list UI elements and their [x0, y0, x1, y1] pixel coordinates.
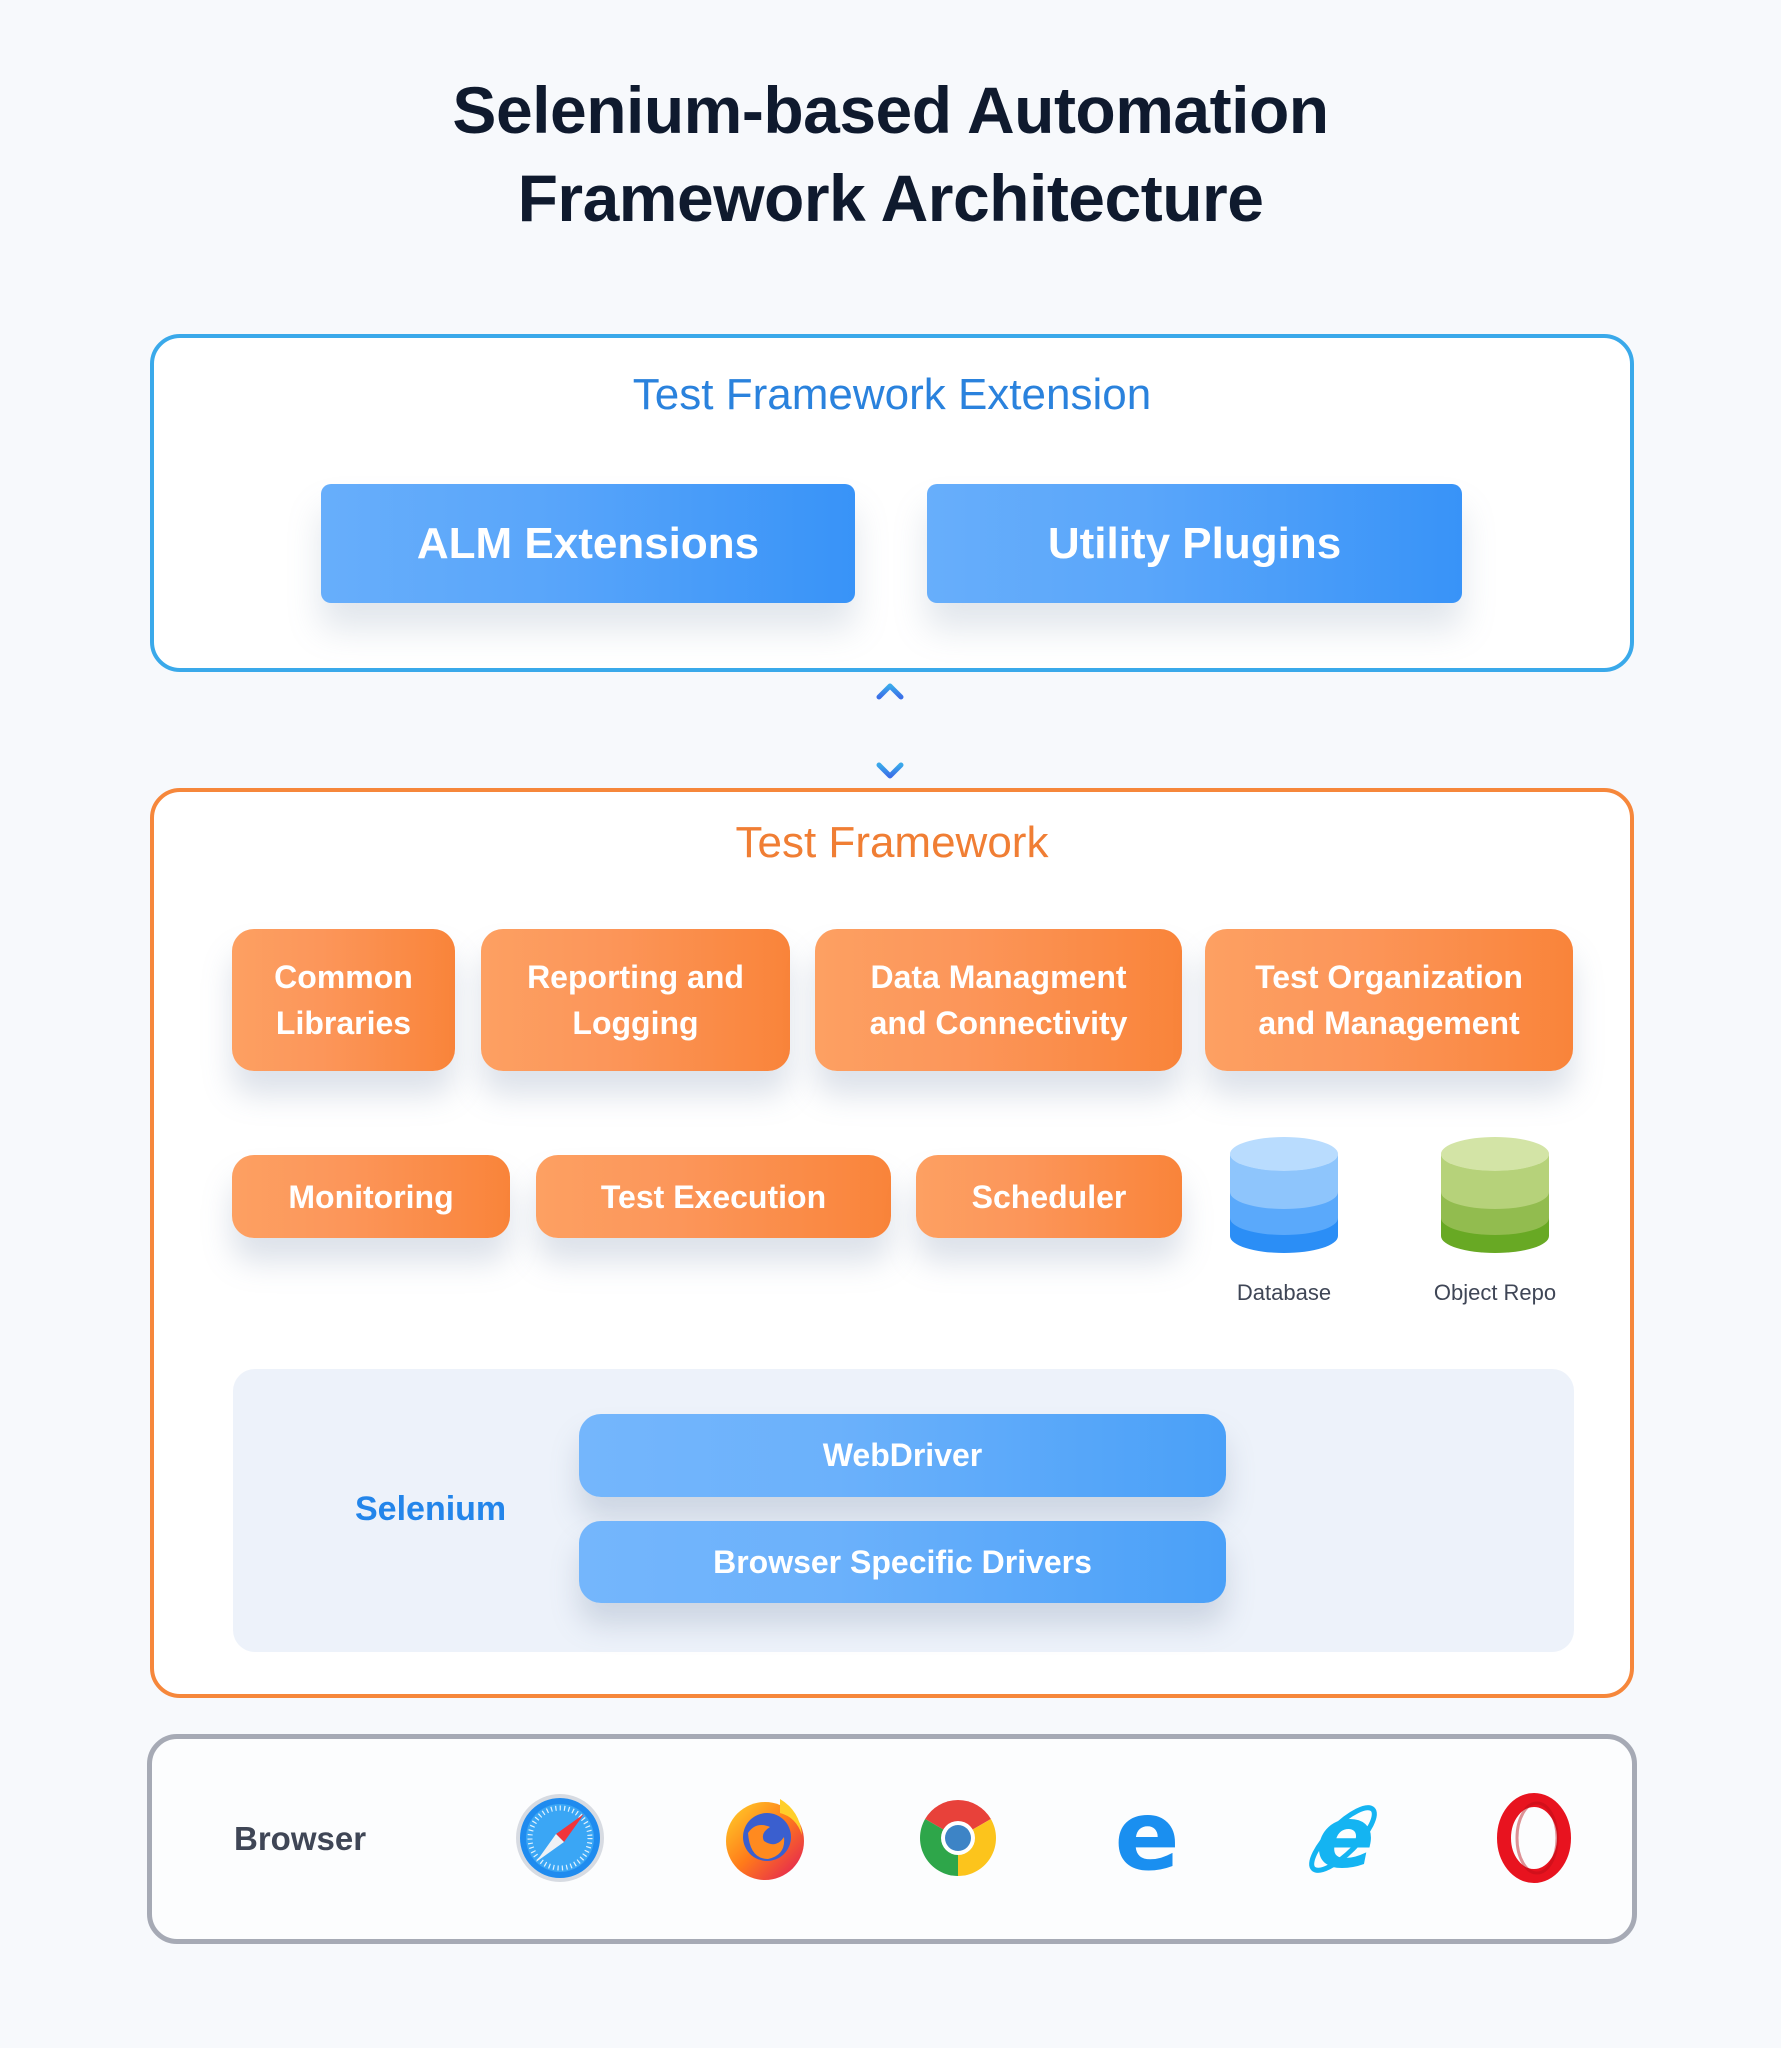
double-arrow-vertical-icon	[874, 680, 906, 782]
database-label: Database	[1236, 1280, 1332, 1305]
svg-text:e: e	[1114, 1793, 1179, 1883]
framework-layer-title: Test Framework	[735, 818, 1049, 867]
data-management-box: Data Managment and Connectivity	[815, 929, 1182, 1071]
internet-explorer-icon: e	[1298, 1793, 1388, 1883]
box-line: Reporting and	[527, 959, 744, 995]
opera-icon	[1489, 1793, 1579, 1883]
selenium-label: Selenium	[355, 1490, 507, 1528]
box-line: and Management	[1258, 1005, 1520, 1041]
box-line: Common	[274, 959, 413, 995]
object-repo-label: Object Repo	[1433, 1280, 1557, 1305]
title-line-2: Framework Architecture	[517, 161, 1264, 235]
box-line: Data Managment	[870, 959, 1127, 995]
utility-plugins-box: Utility Plugins	[927, 484, 1462, 603]
test-execution-box: Test Execution	[536, 1155, 891, 1238]
browser-specific-drivers-box: Browser Specific Drivers	[579, 1521, 1226, 1603]
monitoring-box: Monitoring	[232, 1155, 510, 1238]
extension-layer-title: Test Framework Extension	[632, 370, 1152, 419]
database-icon	[1229, 1134, 1339, 1258]
page-title: Selenium-based Automation Framework Arch…	[0, 66, 1781, 242]
title-line-1: Selenium-based Automation	[452, 73, 1329, 147]
browser-label: Browser	[234, 1820, 367, 1857]
scheduler-box: Scheduler	[916, 1155, 1182, 1238]
box-line: and Connectivity	[869, 1005, 1128, 1041]
object-repo-icon	[1440, 1134, 1550, 1258]
chrome-icon	[913, 1793, 1003, 1883]
browser-layer-frame	[147, 1734, 1637, 1944]
webdriver-box: WebDriver	[579, 1414, 1226, 1497]
edge-icon: e	[1102, 1793, 1192, 1883]
firefox-icon	[720, 1793, 810, 1883]
reporting-logging-box: Reporting and Logging	[481, 929, 790, 1071]
test-organization-box: Test Organization and Management	[1205, 929, 1573, 1071]
box-line: Logging	[572, 1005, 699, 1041]
alm-extensions-box: ALM Extensions	[321, 484, 855, 603]
safari-icon	[515, 1793, 605, 1883]
box-line: Libraries	[275, 1005, 412, 1041]
common-libraries-box: Common Libraries	[232, 929, 455, 1071]
box-line: Test Organization	[1255, 959, 1523, 995]
